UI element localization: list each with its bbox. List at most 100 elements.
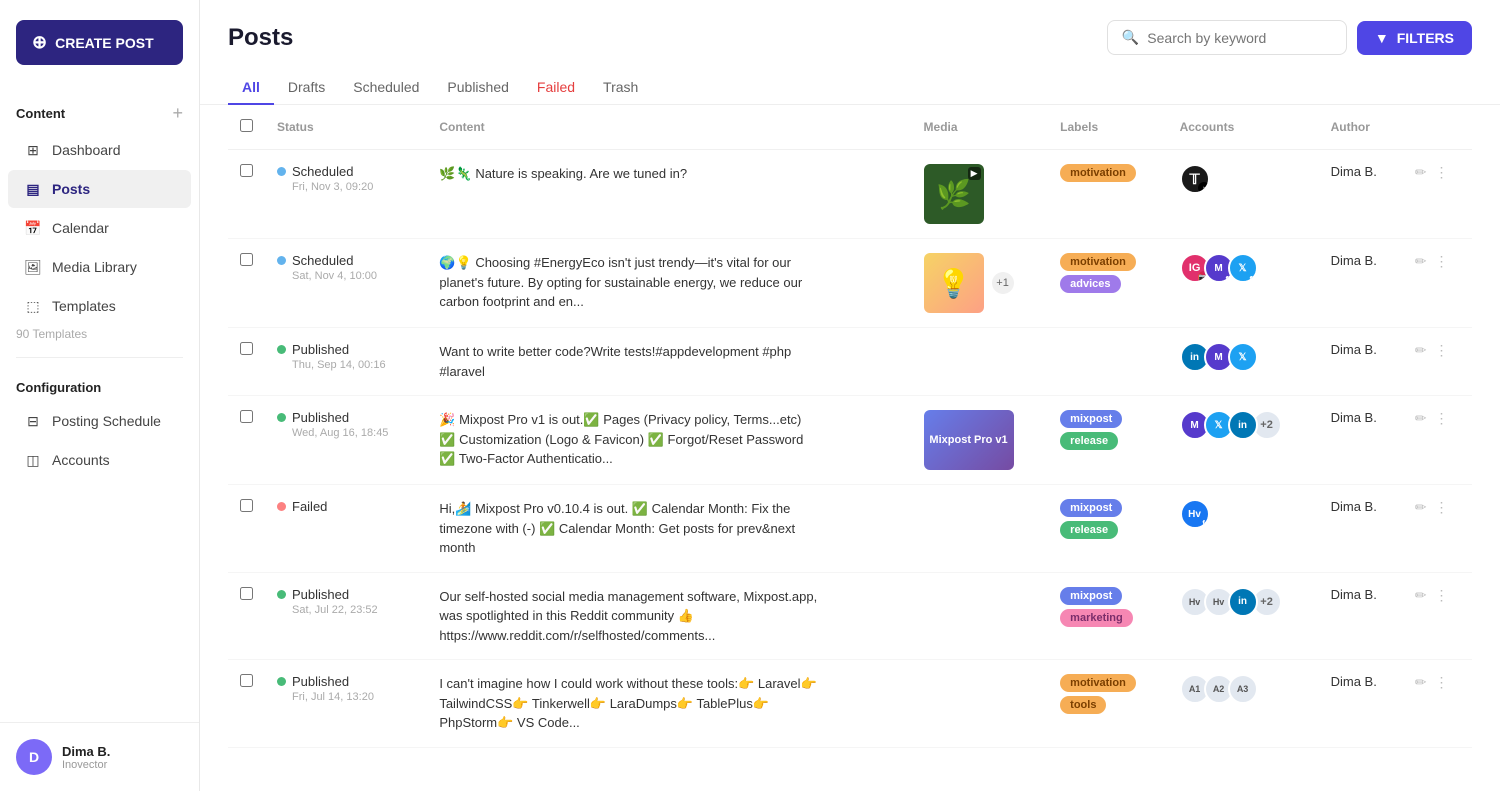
post-content: 🎉 Mixpost Pro v1 is out.✅ Pages (Privacy… bbox=[439, 410, 819, 469]
tab-all[interactable]: All bbox=[228, 71, 274, 105]
edit-icon[interactable]: ✏ bbox=[1415, 499, 1427, 516]
more-icon[interactable]: ⋮ bbox=[1435, 342, 1449, 359]
more-icon[interactable]: ⋮ bbox=[1435, 164, 1449, 181]
action-icons: ✏ ⋮ bbox=[1415, 342, 1460, 359]
tab-published[interactable]: Published bbox=[433, 71, 523, 105]
grid-icon: ⊞ bbox=[24, 141, 42, 159]
account-avatar: 𝕏 ● bbox=[1228, 253, 1258, 283]
calendar-icon: 📅 bbox=[24, 219, 42, 237]
search-input[interactable] bbox=[1147, 30, 1332, 46]
row-checkbox[interactable] bbox=[240, 164, 253, 177]
media-extra-count: +1 bbox=[992, 272, 1014, 294]
tab-trash[interactable]: Trash bbox=[589, 71, 652, 105]
label-tag: release bbox=[1060, 521, 1118, 539]
status-label: Failed bbox=[292, 499, 327, 514]
table-row: Failed Hi,🏄 Mixpost Pro v0.10.4 is out. … bbox=[228, 485, 1472, 573]
post-content: Want to write better code?Write tests!#a… bbox=[439, 342, 819, 381]
status-badge: Scheduled bbox=[277, 164, 415, 179]
account-avatar: 𝕏 bbox=[1228, 342, 1258, 372]
status-badge: Failed bbox=[277, 499, 415, 514]
more-icon[interactable]: ⋮ bbox=[1435, 674, 1449, 691]
account-avatar: in bbox=[1228, 587, 1258, 617]
more-icon[interactable]: ⋮ bbox=[1435, 499, 1449, 516]
table-row: Published Thu, Sep 14, 00:16 Want to wri… bbox=[228, 328, 1472, 396]
sidebar-item-posting-schedule-label: Posting Schedule bbox=[52, 413, 161, 429]
account-avatar: Hv f bbox=[1180, 499, 1210, 529]
label-tag: tools bbox=[1060, 696, 1106, 714]
col-media: Media bbox=[912, 105, 1049, 150]
edit-icon[interactable]: ✏ bbox=[1415, 587, 1427, 604]
sidebar-item-calendar[interactable]: 📅 Calendar bbox=[8, 209, 191, 247]
row-checkbox[interactable] bbox=[240, 410, 253, 423]
account-avatar: in bbox=[1228, 410, 1258, 440]
more-icon[interactable]: ⋮ bbox=[1435, 587, 1449, 604]
row-checkbox[interactable] bbox=[240, 587, 253, 600]
label-tag: motivation bbox=[1060, 253, 1136, 271]
content-add-icon[interactable]: + bbox=[172, 103, 183, 124]
create-post-button[interactable]: ⊕ CREATE POST bbox=[16, 20, 183, 65]
tab-failed[interactable]: Failed bbox=[523, 71, 589, 105]
account-avatar: 𝕋 ♪ bbox=[1180, 164, 1210, 194]
post-content: Hi,🏄 Mixpost Pro v0.10.4 is out. ✅ Calen… bbox=[439, 499, 819, 558]
label-tag: motivation bbox=[1060, 164, 1136, 182]
status-date: Wed, Aug 16, 18:45 bbox=[277, 427, 415, 439]
sidebar-item-posts-label: Posts bbox=[52, 181, 90, 197]
author-name: Dima B. bbox=[1331, 499, 1377, 514]
edit-icon[interactable]: ✏ bbox=[1415, 253, 1427, 270]
action-icons: ✏ ⋮ bbox=[1415, 674, 1460, 691]
edit-icon[interactable]: ✏ bbox=[1415, 674, 1427, 691]
status-date: Fri, Jul 14, 13:20 bbox=[277, 691, 415, 703]
sidebar-item-dashboard[interactable]: ⊞ Dashboard bbox=[8, 131, 191, 169]
more-icon[interactable]: ⋮ bbox=[1435, 410, 1449, 427]
post-content: 🌿🦎 Nature is speaking. Are we tuned in? bbox=[439, 164, 819, 184]
edit-icon[interactable]: ✏ bbox=[1415, 342, 1427, 359]
status-dot bbox=[277, 345, 286, 354]
sidebar-item-posting-schedule[interactable]: ⊟ Posting Schedule bbox=[8, 402, 191, 440]
sidebar-item-posts[interactable]: ▤ Posts bbox=[8, 170, 191, 208]
sidebar-item-calendar-label: Calendar bbox=[52, 220, 109, 236]
configuration-section: Configuration ⊟ Posting Schedule ◫ Accou… bbox=[0, 366, 199, 488]
plus-icon: ⊕ bbox=[32, 32, 47, 53]
label-tag: marketing bbox=[1060, 609, 1133, 627]
label-tag: mixpost bbox=[1060, 499, 1122, 517]
accounts-avatars: 𝕋 ♪ bbox=[1180, 164, 1307, 194]
content-section: Content + ⊞ Dashboard ▤ Posts 📅 Calendar… bbox=[0, 89, 199, 349]
col-labels: Labels bbox=[1048, 105, 1167, 150]
post-content: I can't imagine how I could work without… bbox=[439, 674, 819, 733]
row-checkbox[interactable] bbox=[240, 342, 253, 355]
sidebar-item-templates[interactable]: ⬚ Templates bbox=[8, 287, 191, 325]
tab-scheduled[interactable]: Scheduled bbox=[339, 71, 433, 105]
labels-cell: motivation tools bbox=[1060, 674, 1155, 718]
main-content: Posts 🔍 ▼ FILTERS All Drafts Scheduled P… bbox=[200, 0, 1500, 791]
status-badge: Scheduled bbox=[277, 253, 415, 268]
main-header: Posts 🔍 ▼ FILTERS bbox=[200, 0, 1500, 55]
action-icons: ✏ ⋮ bbox=[1415, 253, 1460, 270]
header-actions: 🔍 ▼ FILTERS bbox=[1107, 20, 1472, 55]
search-box[interactable]: 🔍 bbox=[1107, 20, 1347, 55]
row-checkbox[interactable] bbox=[240, 499, 253, 512]
templates-count: 90 Templates bbox=[0, 327, 199, 341]
tab-drafts[interactable]: Drafts bbox=[274, 71, 339, 105]
configuration-section-title: Configuration bbox=[16, 380, 101, 395]
label-tag: motivation bbox=[1060, 674, 1136, 692]
action-icons: ✏ ⋮ bbox=[1415, 164, 1460, 181]
table-row: Published Fri, Jul 14, 13:20 I can't ima… bbox=[228, 660, 1472, 748]
tabs: All Drafts Scheduled Published Failed Tr… bbox=[200, 55, 1500, 105]
more-icon[interactable]: ⋮ bbox=[1435, 253, 1449, 270]
table-row: Scheduled Sat, Nov 4, 10:00 🌍💡 Choosing … bbox=[228, 239, 1472, 328]
accounts-icon: ◫ bbox=[24, 451, 42, 469]
select-all-checkbox[interactable] bbox=[240, 119, 253, 132]
label-tag: mixpost bbox=[1060, 410, 1122, 428]
edit-icon[interactable]: ✏ bbox=[1415, 164, 1427, 181]
sidebar-item-accounts[interactable]: ◫ Accounts bbox=[8, 441, 191, 479]
table-row: Published Wed, Aug 16, 18:45 🎉 Mixpost P… bbox=[228, 396, 1472, 485]
status-badge: Published bbox=[277, 342, 415, 357]
row-checkbox[interactable] bbox=[240, 674, 253, 687]
status-label: Scheduled bbox=[292, 164, 353, 179]
action-icons: ✏ ⋮ bbox=[1415, 410, 1460, 427]
sidebar-item-media-library[interactable]: 🖼 Media Library bbox=[8, 248, 191, 286]
sidebar-item-dashboard-label: Dashboard bbox=[52, 142, 121, 158]
filters-button[interactable]: ▼ FILTERS bbox=[1357, 21, 1472, 55]
edit-icon[interactable]: ✏ bbox=[1415, 410, 1427, 427]
row-checkbox[interactable] bbox=[240, 253, 253, 266]
